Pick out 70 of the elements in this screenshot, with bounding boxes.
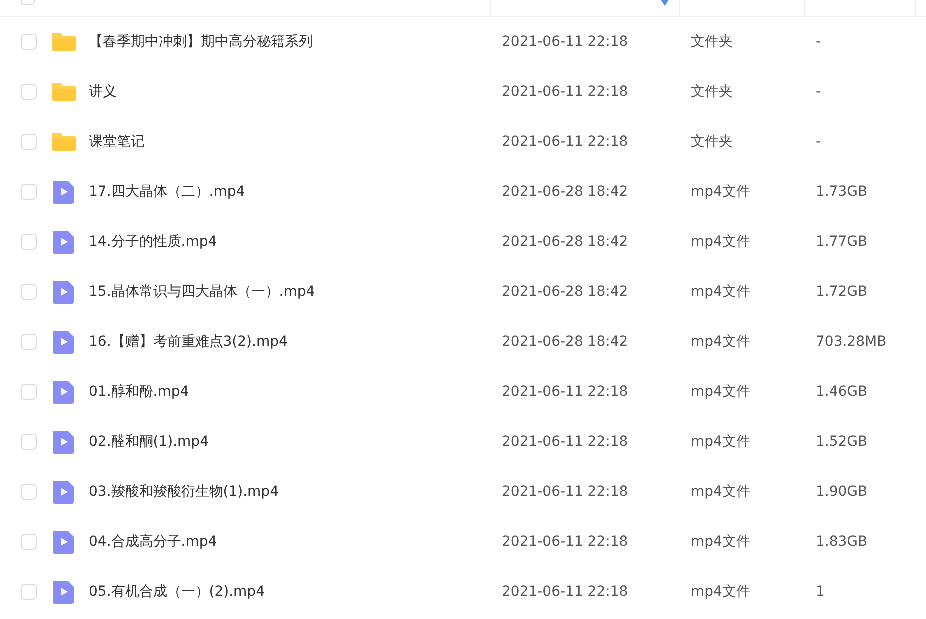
file-type: mp4文件 <box>690 233 752 251</box>
file-name[interactable]: 讲义 <box>89 83 117 101</box>
file-type: 文件夹 <box>690 33 734 51</box>
file-type: mp4文件 <box>690 483 752 501</box>
video-file-icon <box>51 179 77 205</box>
file-size: - <box>815 134 822 150</box>
file-name[interactable]: 15.晶体常识与四大晶体（一）.mp4 <box>89 283 316 301</box>
modified-time: 2021-06-28 18:42 <box>501 234 630 250</box>
modified-time: 2021-06-11 22:18 <box>501 484 630 500</box>
row-checkbox[interactable] <box>21 584 37 600</box>
row-checkbox[interactable] <box>21 484 37 500</box>
modified-time: 2021-06-11 22:18 <box>501 434 630 450</box>
file-name[interactable]: 课堂笔记 <box>89 133 145 151</box>
modified-time: 2021-06-11 22:18 <box>501 84 630 100</box>
file-size: 1.72GB <box>815 284 869 300</box>
video-file-icon <box>51 329 77 355</box>
file-size: 1.46GB <box>815 384 869 400</box>
file-size: - <box>815 84 822 100</box>
file-name[interactable]: 05.有机合成（一）(2).mp4 <box>89 583 265 601</box>
video-file-icon <box>51 429 77 455</box>
modified-time: 2021-06-28 18:42 <box>501 334 630 350</box>
file-type: mp4文件 <box>690 183 752 201</box>
video-file-icon <box>51 529 77 555</box>
file-name[interactable]: 02.醛和酮(1).mp4 <box>89 433 209 451</box>
row-checkbox[interactable] <box>21 84 37 100</box>
modified-time: 2021-06-28 18:42 <box>501 284 630 300</box>
row-checkbox[interactable] <box>21 534 37 550</box>
file-name[interactable]: 17.四大晶体（二）.mp4 <box>89 183 246 201</box>
row-checkbox[interactable] <box>21 34 37 50</box>
file-type: mp4文件 <box>690 433 752 451</box>
file-size: 703.28MB <box>815 334 888 350</box>
row-checkbox[interactable] <box>21 134 37 150</box>
file-size: 1.52GB <box>815 434 869 450</box>
file-name[interactable]: 03.羧酸和羧酸衍生物(1).mp4 <box>89 483 279 501</box>
modified-time: 2021-06-11 22:18 <box>501 534 630 550</box>
video-file-icon <box>51 479 77 505</box>
video-file-icon <box>51 279 77 305</box>
file-name[interactable]: 14.分子的性质.mp4 <box>89 233 218 251</box>
row-checkbox[interactable] <box>21 334 37 350</box>
file-name[interactable]: 01.醇和酚.mp4 <box>89 383 190 401</box>
file-size: 1.83GB <box>815 534 869 550</box>
file-name[interactable]: 04.合成高分子.mp4 <box>89 533 218 551</box>
file-size: 1 <box>815 584 826 600</box>
file-type: mp4文件 <box>690 583 752 601</box>
video-file-icon <box>51 379 77 405</box>
file-size: 1.73GB <box>815 184 869 200</box>
row-checkbox[interactable] <box>21 184 37 200</box>
file-type: mp4文件 <box>690 333 752 351</box>
modified-time: 2021-06-11 22:18 <box>501 134 630 150</box>
video-file-icon <box>51 579 77 605</box>
file-size: - <box>815 34 822 50</box>
modified-time: 2021-06-11 22:18 <box>501 584 630 600</box>
row-checkbox[interactable] <box>21 234 37 250</box>
file-name[interactable]: 16.【赠】考前重难点3(2).mp4 <box>89 333 288 351</box>
modified-time: 2021-06-11 22:18 <box>501 34 630 50</box>
row-checkbox[interactable] <box>21 284 37 300</box>
file-type: mp4文件 <box>690 383 752 401</box>
row-checkbox[interactable] <box>21 384 37 400</box>
file-size: 1.90GB <box>815 484 869 500</box>
row-checkbox[interactable] <box>21 434 37 450</box>
file-type: mp4文件 <box>690 533 752 551</box>
modified-time: 2021-06-11 22:18 <box>501 384 630 400</box>
file-type: 文件夹 <box>690 133 734 151</box>
file-name[interactable]: 【春季期中冲刺】期中高分秘籍系列 <box>89 33 313 51</box>
file-type: mp4文件 <box>690 283 752 301</box>
video-file-icon <box>51 229 77 255</box>
file-type: 文件夹 <box>690 83 734 101</box>
file-size: 1.77GB <box>815 234 869 250</box>
modified-time: 2021-06-28 18:42 <box>501 184 630 200</box>
sort-arrow-icon[interactable] <box>661 0 669 6</box>
